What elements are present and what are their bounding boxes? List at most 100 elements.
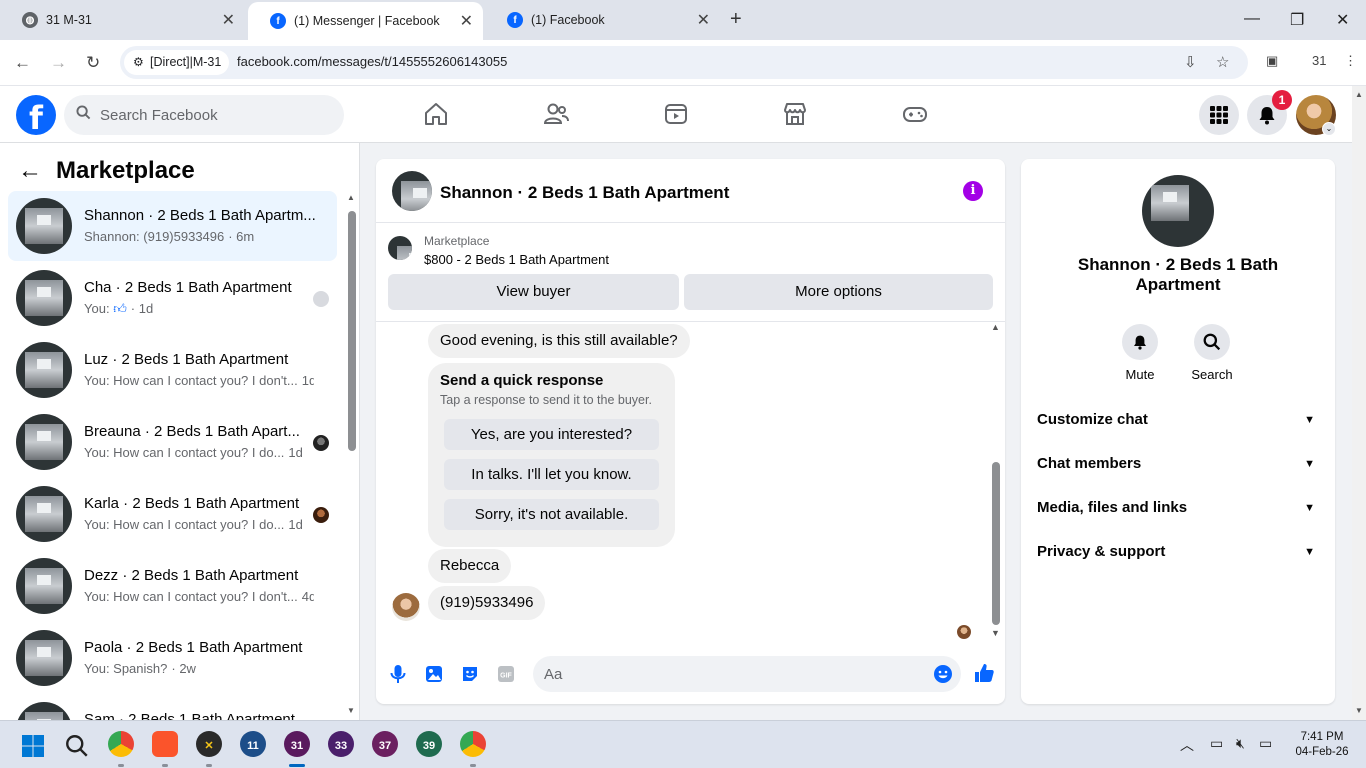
quick-reply-button[interactable]: In talks. I'll let you know. [444,459,659,490]
profile-number[interactable]: 31 [1312,53,1326,68]
back-arrow-icon[interactable]: ← [14,53,31,73]
quick-reply-button[interactable]: Sorry, it's not available. [444,499,659,530]
profile-31-app-icon[interactable]: 31 [284,731,310,767]
gif-icon[interactable]: GIF [496,664,516,684]
info-icon[interactable]: i [963,181,983,201]
conversation-item[interactable]: Paola · 2 Beds 1 Bath Apartment You: Spa… [8,623,337,693]
home-icon[interactable] [422,100,450,128]
chrome-menu-icon[interactable]: ⋮ [1344,53,1357,69]
video-icon[interactable] [662,100,690,128]
close-tab-icon[interactable]: ✕ [222,10,235,30]
scroll-down-icon[interactable]: ▼ [1355,706,1363,715]
brave-app-icon[interactable] [152,731,178,767]
battery-icon[interactable]: ▭ [1259,735,1272,752]
speaker-muted-icon[interactable]: 🔇︎ [1236,735,1245,752]
new-tab-icon[interactable]: + [730,8,742,31]
scroll-down-icon[interactable]: ▼ [991,628,1000,638]
close-tab-icon[interactable]: ✕ [460,11,473,31]
mute-action[interactable]: Mute [1110,324,1170,382]
view-buyer-button[interactable]: View buyer [388,274,679,310]
tab-search-icon[interactable]: ▣ [1266,53,1278,69]
thumbs-up-icon[interactable] [973,662,995,684]
chat-avatar[interactable] [392,171,432,211]
search-input[interactable] [100,95,330,135]
facebook-logo-icon[interactable]: f [16,95,56,135]
bell-icon [1122,324,1158,360]
more-options-button[interactable]: More options [684,274,993,310]
chat-members-row[interactable]: Chat members ▼ [1037,444,1319,484]
site-info-chip[interactable]: ⚙ [Direct]|M-31 [124,50,230,75]
install-app-icon[interactable]: ⇩ [1184,53,1197,71]
profile-11-app-icon[interactable]: 11 [240,731,266,757]
conversation-item[interactable]: Dezz · 2 Beds 1 Bath Apartment You: How … [8,551,337,621]
reload-icon[interactable]: ↻ [86,53,100,73]
browser-tab-facebook[interactable]: f (1) Facebook ✕ [485,0,720,40]
chevron-down-icon[interactable]: ⌄ [1322,122,1336,136]
network-icon[interactable]: ▭ [1210,735,1223,752]
menu-grid-button[interactable] [1199,95,1239,135]
conversation-item[interactable]: Cha · 2 Beds 1 Bath Apartment You: 👍︎ · 1… [8,263,337,333]
media-files-links-row[interactable]: Media, files and links ▼ [1037,488,1319,528]
browser-tab-messenger[interactable]: f (1) Messenger | Facebook ✕ [248,2,483,40]
window-close-icon[interactable]: ✕ [1336,10,1349,30]
conversation-item[interactable]: Shannon · 2 Beds 1 Bath Apartm... Shanno… [8,191,337,261]
privacy-support-row[interactable]: Privacy & support ▼ [1037,532,1319,572]
show-hidden-icons-icon[interactable]: ︿ [1180,735,1194,755]
search-action[interactable]: Search [1182,324,1242,382]
profile-39-app-icon[interactable]: 39 [416,731,442,757]
quick-response-subtitle: Tap a response to send it to the buyer. [440,393,652,407]
minimize-icon[interactable]: — [1244,10,1260,28]
windows-start-icon[interactable] [21,734,45,758]
listing-title[interactable]: $800 - 2 Beds 1 Bath Apartment [424,252,609,267]
profile-37-app-icon[interactable]: 37 [372,731,398,757]
browser-tab-m31[interactable]: ◍ 31 M-31 ✕ [0,0,245,40]
marketplace-icon[interactable] [781,100,809,128]
customize-chat-row[interactable]: Customize chat ▼ [1037,400,1319,440]
forward-arrow-icon[interactable]: → [50,53,67,73]
chrome-app-icon[interactable] [460,731,486,767]
bookmark-star-icon[interactable]: ☆ [1216,53,1229,71]
scroll-down-icon[interactable]: ▼ [347,706,355,715]
conversation-preview: You: 👍︎ · 1d [84,301,154,316]
mute-label: Mute [1125,367,1155,382]
scrollbar-thumb[interactable] [992,462,1000,625]
conversation-list-panel: ← Marketplace Shannon · 2 Beds 1 Bath Ap… [0,143,360,720]
conversation-item[interactable]: Breauna · 2 Beds 1 Bath Apart... You: Ho… [8,407,337,477]
maximize-icon[interactable]: ❐ [1290,10,1304,30]
photo-icon[interactable] [424,664,444,684]
contact-avatar[interactable] [1142,175,1214,247]
conversation-item[interactable]: Luz · 2 Beds 1 Bath Apartment You: How c… [8,335,337,405]
page-scrollbar[interactable]: ▲ ▼ [1352,86,1366,720]
friends-icon[interactable] [542,100,570,128]
back-arrow-icon[interactable]: ← [18,157,42,185]
search-icon[interactable] [65,734,89,758]
conversation-item[interactable]: Sam · 2 Beds 1 Bath Apartment [8,695,337,720]
message-scrollbar[interactable]: ▲ ▼ [990,322,1002,642]
chat-title[interactable]: Shannon · 2 Beds 1 Bath Apartment [440,183,729,203]
listing-thumbnail [16,270,72,326]
conversation-item[interactable]: Karla · 2 Beds 1 Bath Apartment You: How… [8,479,337,549]
app-icon[interactable]: ✕ [196,731,222,767]
sender-avatar[interactable] [392,593,420,621]
microphone-icon[interactable] [388,664,408,684]
scroll-up-icon[interactable]: ▲ [991,322,1000,332]
browser-tab-strip: ◍ 31 M-31 ✕ f (1) Messenger | Facebook ✕… [0,0,1366,40]
message-input[interactable] [533,656,961,692]
gaming-icon[interactable] [901,100,929,128]
scrollbar-thumb[interactable] [348,211,356,451]
conversation-list-scrollbar[interactable]: ▲ ▼ [345,193,357,720]
sidebar-title: Marketplace [56,157,195,184]
system-clock[interactable]: 7:41 PM 04-Feb-26 [1292,730,1352,760]
sticker-icon[interactable] [460,664,480,684]
scroll-up-icon[interactable]: ▲ [1355,90,1363,99]
url-text[interactable]: facebook.com/messages/t/1455552606143055 [237,54,507,69]
facebook-search[interactable] [64,95,344,135]
close-tab-icon[interactable]: ✕ [697,10,710,30]
quick-reply-button[interactable]: Yes, are you interested? [444,419,659,450]
emoji-icon[interactable] [933,664,953,684]
scroll-up-icon[interactable]: ▲ [347,193,355,202]
chrome-app-icon[interactable] [108,731,134,767]
profile-33-app-icon[interactable]: 33 [328,731,354,757]
address-bar[interactable]: ⚙ [Direct]|M-31 facebook.com/messages/t/… [120,46,1248,79]
windows-taskbar: ✕ 11 31 33 37 39 ︿ ▭ 🔇︎ ▭ 7:41 PM 04-Feb… [0,720,1366,768]
